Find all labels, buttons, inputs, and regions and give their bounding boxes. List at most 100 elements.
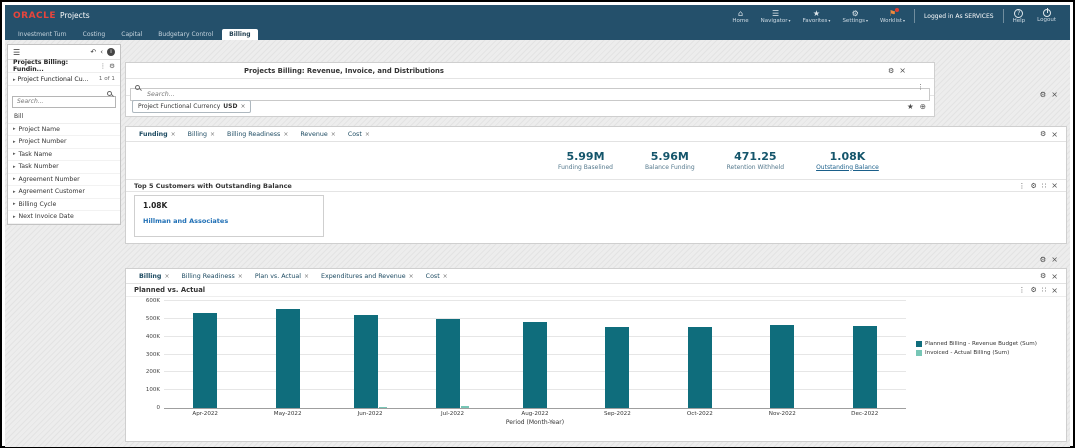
filter-project-name[interactable]: ▸ Project Name <box>8 124 120 136</box>
page-tab-costing[interactable]: Costing <box>76 29 113 40</box>
sidebar-tools: ↶ ‹ i <box>90 48 115 56</box>
close-icon[interactable]: × <box>210 131 215 138</box>
info-icon[interactable]: i <box>107 48 115 56</box>
undo-icon[interactable]: ↶ <box>90 48 96 56</box>
logout-icon <box>1042 8 1051 17</box>
bar-group-dec-2022 <box>824 301 906 408</box>
bar-planned-billing-revenue-budget-sum[interactable] <box>522 322 547 408</box>
help-button[interactable]: Help <box>1007 8 1032 24</box>
add-circle-icon[interactable]: ⊕ <box>920 102 926 111</box>
filter-label: Task Name <box>18 150 53 158</box>
tab-plan-vs-actual[interactable]: Plan vs. Actual × <box>250 269 314 283</box>
content-area: ☰ ↶ ‹ i Projects Billing: Fundin... ⋮ ⚙ <box>5 40 1070 447</box>
page-tab-budgetary-control[interactable]: Budgetary Control <box>151 29 220 40</box>
top5-customer-link[interactable]: Hillman and Associates <box>143 217 315 225</box>
bar-planned-billing-revenue-budget-sum[interactable] <box>852 325 877 408</box>
nav-home[interactable]: ⌂ Home <box>726 9 754 24</box>
kebab-icon[interactable]: ⋮ <box>1019 286 1026 294</box>
close-icon[interactable]: × <box>409 273 414 280</box>
prompt-panel: Projects Billing: Revenue, Invoice, and … <box>125 62 935 117</box>
gear-icon[interactable]: ⚙ <box>1040 90 1047 99</box>
gear-icon[interactable]: ⚙ <box>888 67 894 75</box>
logout-button[interactable]: Logout <box>1031 8 1062 23</box>
close-icon[interactable]: × <box>1051 130 1058 139</box>
billing-tabset: Billing × Billing Readiness × Plan vs. Actua… <box>126 269 1066 284</box>
bar-planned-billing-revenue-budget-sum[interactable] <box>436 318 461 408</box>
close-icon[interactable]: × <box>238 273 243 280</box>
tab-billing[interactable]: Billing × <box>134 269 174 283</box>
tab-label: Billing Readiness <box>181 272 235 280</box>
gear-icon[interactable]: ⚙ <box>1040 130 1046 138</box>
close-icon[interactable]: × <box>1051 286 1058 295</box>
tab-billing-readiness[interactable]: Billing Readiness × <box>222 127 293 141</box>
logout-label: Logout <box>1037 17 1056 23</box>
hamburger-icon[interactable]: ☰ <box>13 48 20 57</box>
sidebar-search-input[interactable] <box>12 95 116 108</box>
close-icon[interactable]: × <box>443 273 448 280</box>
close-icon[interactable]: × <box>304 273 309 280</box>
filter-billing-cycle[interactable]: ▸ Billing Cycle <box>8 199 120 211</box>
tab-expenditures-and-revenue[interactable]: Expenditures and Revenue × <box>316 269 419 283</box>
kebab-icon[interactable]: ⋮ <box>917 83 924 91</box>
gear-icon[interactable]: ⚙ <box>109 62 115 70</box>
tab-billing-readiness[interactable]: Billing Readiness × <box>176 269 247 283</box>
filter-project-number[interactable]: ▸ Project Number <box>8 136 120 149</box>
chip-close-icon[interactable]: × <box>240 103 245 110</box>
drag-handle-icon[interactable]: ∷ <box>1042 286 1046 294</box>
bar-planned-billing-revenue-budget-sum[interactable] <box>193 313 218 408</box>
bar-invoiced-actual-billing-sum[interactable] <box>461 405 470 408</box>
nav-label: Home <box>732 17 749 24</box>
sidebar-selected-value[interactable]: Bill <box>8 110 120 124</box>
bar-planned-billing-revenue-budget-sum[interactable] <box>353 315 378 408</box>
nav-settings[interactable]: ⚙ Settings ▾ <box>836 9 874 24</box>
filter-label: Project Name <box>18 125 60 133</box>
filter-next-invoice-date[interactable]: ▸ Next Invoice Date <box>8 211 120 224</box>
bar-invoiced-actual-billing-sum[interactable] <box>378 407 387 408</box>
close-icon[interactable]: × <box>171 131 176 138</box>
close-icon[interactable]: × <box>164 273 169 280</box>
filter-task-number[interactable]: ▸ Task Number <box>8 161 120 174</box>
drag-handle-icon[interactable]: ∷ <box>1042 182 1046 190</box>
close-icon[interactable]: × <box>331 131 336 138</box>
gear-icon[interactable]: ⚙ <box>1040 255 1047 264</box>
nav-favorites[interactable]: ★ Favorites ▾ <box>797 9 837 24</box>
nav-navigator[interactable]: ☰ Navigator ▾ <box>755 9 797 24</box>
collapse-icon[interactable]: ‹ <box>100 48 103 56</box>
filter-task-name[interactable]: ▸ Task Name <box>8 149 120 161</box>
kpi-label[interactable]: Outstanding Balance <box>816 164 879 171</box>
tab-cost[interactable]: Cost × <box>343 127 375 141</box>
close-icon[interactable]: × <box>1051 90 1058 99</box>
filter-agreement-customer[interactable]: ▸ Agreement Customer <box>8 186 120 199</box>
tab-cost[interactable]: Cost × <box>421 269 453 283</box>
bar-planned-billing-revenue-budget-sum[interactable] <box>605 326 630 408</box>
chip-label: Project Functional Currency <box>138 102 221 110</box>
nav-worklist[interactable]: ⚑ Worklist ▾ <box>874 7 911 24</box>
gear-icon[interactable]: ⚙ <box>1040 272 1046 280</box>
close-icon[interactable]: × <box>1051 181 1058 190</box>
bar-planned-billing-revenue-budget-sum[interactable] <box>687 326 712 408</box>
tab-revenue[interactable]: Revenue × <box>295 127 340 141</box>
close-icon[interactable]: × <box>283 131 288 138</box>
close-icon[interactable]: × <box>899 66 906 75</box>
bar-planned-billing-revenue-budget-sum[interactable] <box>770 325 795 408</box>
page-tab-capital[interactable]: Capital <box>114 29 149 40</box>
tab-funding[interactable]: Funding × <box>134 127 181 141</box>
page-tab-investment-turn[interactable]: Investment Turn <box>11 29 74 40</box>
close-icon[interactable]: × <box>1051 272 1058 281</box>
close-icon[interactable]: × <box>365 131 370 138</box>
filter-agreement-number[interactable]: ▸ Agreement Number <box>8 174 120 186</box>
sidebar-section-row[interactable]: ▸ Project Functional Cu... 1 of 1 <box>8 73 120 86</box>
favorite-star-icon[interactable]: ★ <box>907 102 914 111</box>
tab-billing[interactable]: Billing × <box>183 127 220 141</box>
kebab-icon[interactable]: ⋮ <box>100 62 107 70</box>
gear-icon[interactable]: ⚙ <box>1031 286 1037 294</box>
bar-planned-billing-revenue-budget-sum[interactable] <box>275 309 300 408</box>
kebab-icon[interactable]: ⋮ <box>1019 182 1026 190</box>
page-tab-billing[interactable]: Billing <box>222 29 258 40</box>
y-tick-label: 300K <box>145 351 160 358</box>
gear-icon[interactable]: ⚙ <box>1031 182 1037 190</box>
close-icon[interactable]: × <box>1051 255 1058 264</box>
x-tick-label: May-2022 <box>273 411 302 417</box>
filter-chip-currency[interactable]: Project Functional Currency USD × <box>132 99 252 113</box>
tab-label: Cost <box>347 130 362 138</box>
